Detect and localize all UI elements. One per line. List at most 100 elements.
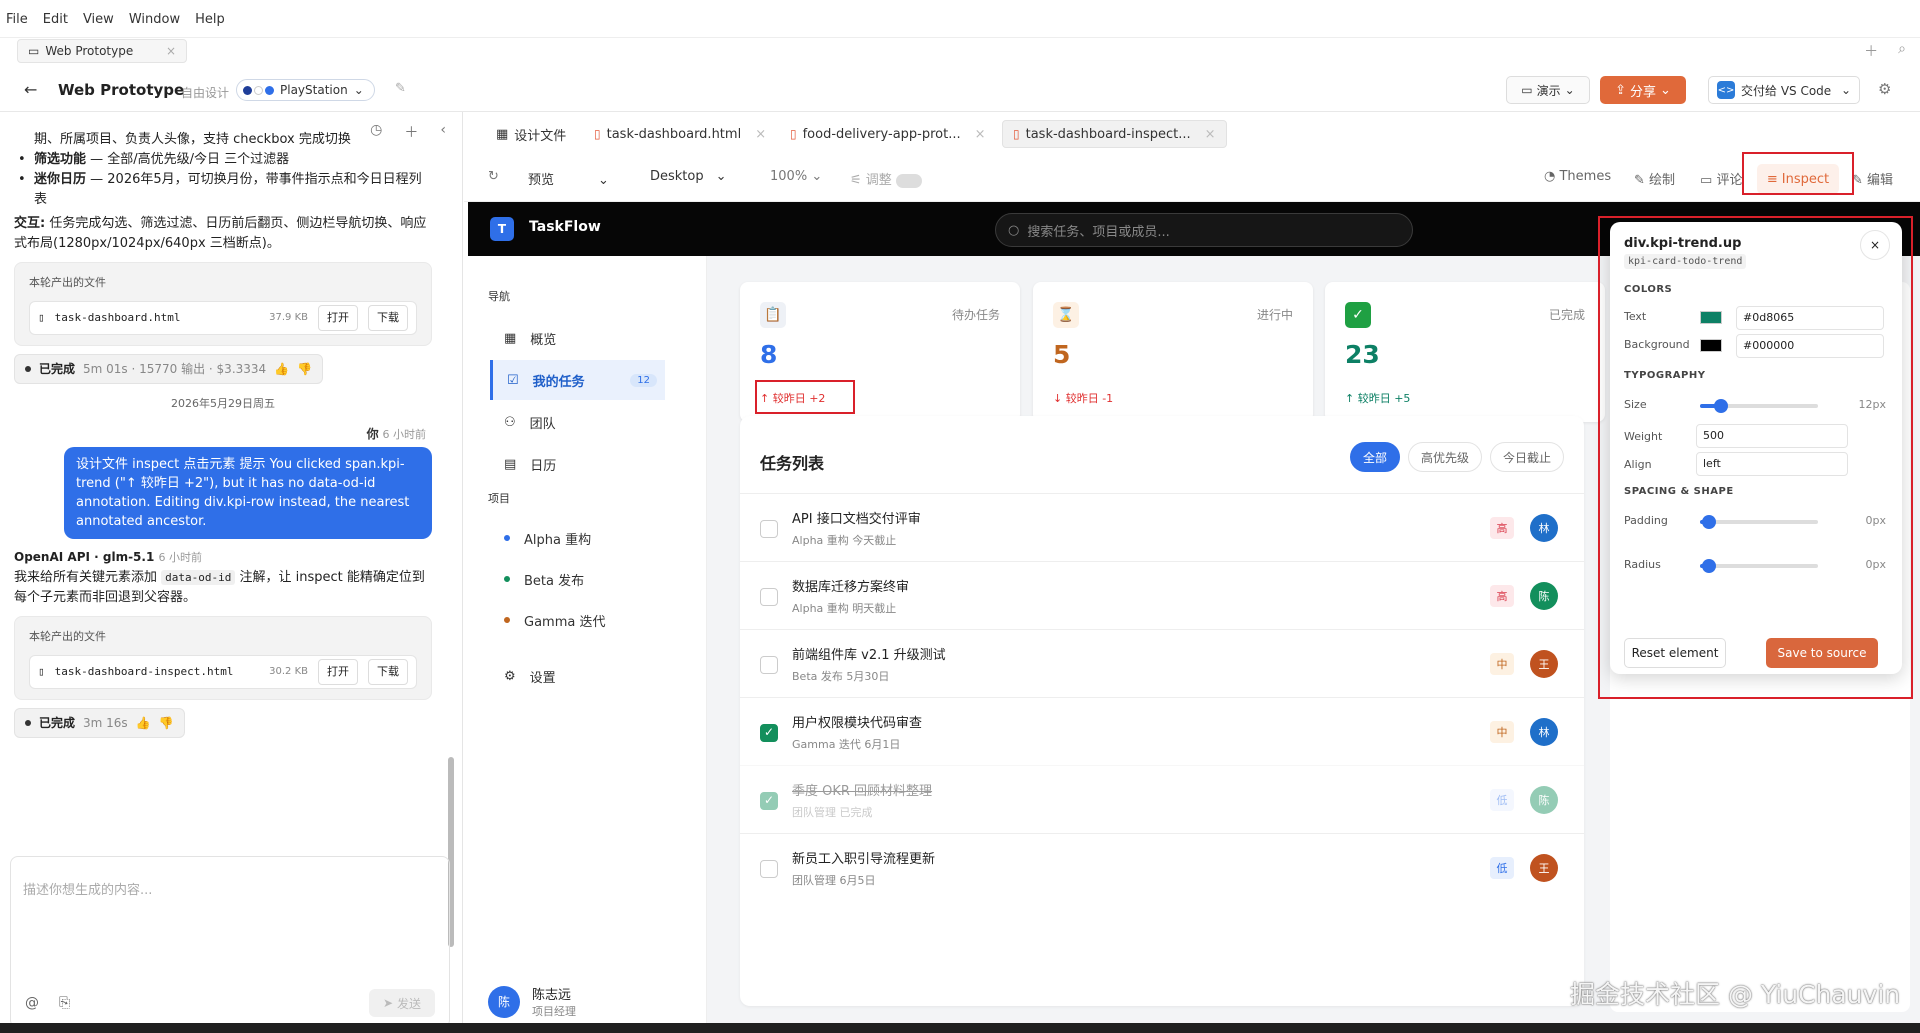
new-tab-icon[interactable]: ＋ bbox=[1864, 41, 1878, 61]
project-item-gamma[interactable]: Gamma 迭代 bbox=[490, 600, 665, 640]
app-search-input[interactable]: ○ 搜索任务、项目或成员... bbox=[995, 213, 1413, 247]
priority-badge: 中 bbox=[1490, 721, 1514, 743]
filter-all-button[interactable]: 全部 bbox=[1349, 442, 1400, 472]
open-file-button[interactable]: 打开 bbox=[318, 305, 358, 331]
themes-button[interactable]: ◔ Themes bbox=[1544, 169, 1611, 184]
task-row[interactable]: 用户权限模块代码审查 Gamma 迭代 6月1日 中林 bbox=[740, 697, 1584, 765]
vscode-icon: <> bbox=[1717, 81, 1735, 99]
project-item-alpha[interactable]: Alpha 重构 bbox=[490, 518, 665, 558]
close-icon[interactable]: × bbox=[166, 44, 176, 58]
filter-due-today-button[interactable]: 今日截止 bbox=[1489, 442, 1564, 472]
kpi-trend[interactable]: ↓ 较昨日 -1 bbox=[1053, 390, 1113, 406]
edit-button[interactable]: ✎ 编辑 bbox=[1852, 169, 1893, 188]
tab-design-files[interactable]: ▦ 设计文件 bbox=[486, 120, 576, 148]
preview-mode-select[interactable]: 预览 ⌄ bbox=[528, 169, 609, 188]
status-dot bbox=[25, 720, 31, 726]
highlight-box-kpi-trend bbox=[755, 380, 855, 414]
html-file-icon: ▯ bbox=[1013, 127, 1020, 141]
task-row[interactable]: API 接口文档交付评审 Alpha 重构 今天截止 高林 bbox=[740, 493, 1584, 561]
nav-item-calendar[interactable]: ▤ 日历 bbox=[490, 444, 665, 484]
adjust-toggle[interactable]: ⚟ 调整 bbox=[850, 169, 922, 188]
theme-selector[interactable]: PlayStation ⌄ bbox=[236, 79, 375, 101]
draw-button[interactable]: ✎ 绘制 bbox=[1634, 169, 1675, 188]
menu-window[interactable]: Window bbox=[129, 12, 180, 27]
nav-item-team[interactable]: ⚇ 团队 bbox=[490, 402, 665, 442]
tab-food-delivery[interactable]: ▯ food-delivery-app-prot... × bbox=[780, 120, 996, 148]
task-checkbox[interactable] bbox=[760, 860, 778, 878]
close-icon[interactable]: × bbox=[975, 127, 986, 142]
back-arrow-icon[interactable]: ← bbox=[24, 80, 37, 99]
thumbs-down-icon[interactable]: 👎 bbox=[159, 713, 174, 733]
kpi-card-done[interactable]: ✓ 已完成 23 ↑ 较昨日 +5 bbox=[1325, 282, 1605, 422]
chat-scrollbar[interactable] bbox=[448, 272, 454, 952]
window-tab-label: Web Prototype bbox=[45, 44, 134, 58]
menu-file[interactable]: File bbox=[6, 12, 28, 27]
chevron-down-icon: ⌄ bbox=[715, 169, 727, 184]
zoom-select[interactable]: 100% ⌄ bbox=[770, 169, 822, 184]
demo-button[interactable]: ▭ 演示 ⌄ bbox=[1506, 76, 1590, 104]
avatar: 王 bbox=[1530, 650, 1558, 678]
send-button[interactable]: ➤ 发送 bbox=[369, 989, 435, 1017]
share-button[interactable]: ⇪ 分享 ⌄ bbox=[1600, 76, 1686, 104]
avatar: 林 bbox=[1530, 514, 1558, 542]
gear-icon[interactable]: ⚙ bbox=[1878, 80, 1891, 98]
filter-high-priority-button[interactable]: 高优先级 bbox=[1407, 442, 1482, 472]
comment-button[interactable]: ▭ 评论 bbox=[1700, 169, 1742, 188]
nav-item-my-tasks[interactable]: ☑ 我的任务 12 bbox=[490, 360, 665, 400]
tab-label: 设计文件 bbox=[514, 128, 567, 144]
task-checkbox[interactable] bbox=[760, 792, 778, 810]
thumbs-down-icon[interactable]: 👎 bbox=[297, 359, 312, 379]
chat-intro-line: 期、所属项目、负责人头像，支持 checkbox 完成切换 bbox=[34, 132, 351, 147]
task-name: 新员工入职引导流程更新 bbox=[792, 852, 936, 867]
task-checkbox[interactable] bbox=[760, 724, 778, 742]
comment-icon: ▭ bbox=[1700, 173, 1713, 188]
current-user[interactable]: 陈 陈志远 项目经理 bbox=[488, 984, 576, 1019]
kpi-trend[interactable]: ↑ 较昨日 +5 bbox=[1345, 390, 1410, 406]
attach-icon[interactable]: ⎘ bbox=[59, 995, 70, 1011]
task-row[interactable]: 新员工入职引导流程更新 团队管理 6月5日 低王 bbox=[740, 833, 1584, 901]
menu-edit[interactable]: Edit bbox=[43, 12, 68, 27]
task-checkbox[interactable] bbox=[760, 520, 778, 538]
chat-input-box[interactable]: 描述你想生成的内容... @ ⎘ ➤ 发送 bbox=[10, 856, 450, 1028]
task-checkbox[interactable] bbox=[760, 588, 778, 606]
task-row[interactable]: 前端组件库 v2.1 升级测试 Beta 发布 5月30日 中王 bbox=[740, 629, 1584, 697]
priority-badge: 低 bbox=[1490, 789, 1514, 811]
nav-section-label: 导航 bbox=[488, 290, 510, 303]
download-file-button[interactable]: 下载 bbox=[368, 659, 408, 685]
close-icon[interactable]: × bbox=[1205, 127, 1216, 142]
nav-item-overview[interactable]: ▦ 概览 bbox=[490, 318, 665, 358]
bullet-title: 迷你日历 bbox=[34, 172, 87, 187]
task-row[interactable]: 季度 OKR 回顾材料整理团队管理 已完成 低陈 bbox=[740, 765, 1584, 833]
device-select[interactable]: Desktop ⌄ bbox=[650, 169, 727, 184]
toggle-switch[interactable] bbox=[895, 173, 922, 188]
project-item-beta[interactable]: Beta 发布 bbox=[490, 559, 665, 599]
menu-view[interactable]: View bbox=[83, 12, 114, 27]
thumbs-up-icon[interactable]: 👍 bbox=[136, 713, 151, 733]
refresh-icon[interactable]: ↻ bbox=[488, 169, 499, 184]
nav-item-settings[interactable]: ⚙ 设置 bbox=[490, 656, 665, 696]
collapse-icon[interactable]: ‹ bbox=[440, 122, 446, 142]
download-file-button[interactable]: 下载 bbox=[368, 305, 408, 331]
tab-task-dashboard[interactable]: ▯ task-dashboard.html × bbox=[584, 120, 776, 148]
mention-icon[interactable]: @ bbox=[25, 995, 39, 1011]
menu-help[interactable]: Help bbox=[195, 12, 225, 27]
window-tab[interactable]: ▭ Web Prototype × bbox=[17, 39, 187, 63]
task-checkbox[interactable] bbox=[760, 656, 778, 674]
task-row[interactable]: 数据库迁移方案终审 Alpha 重构 明天截止 高陈 bbox=[740, 561, 1584, 629]
close-icon[interactable]: × bbox=[755, 127, 766, 142]
search-icon[interactable]: ⌕ bbox=[1898, 41, 1906, 61]
vscode-handoff-button[interactable]: <> 交付给 VS Code ⌄ bbox=[1708, 76, 1860, 104]
chevron-down-icon: ⌄ bbox=[1564, 83, 1575, 97]
kpi-card-in-progress[interactable]: ⌛ 进行中 5 ↓ 较昨日 -1 bbox=[1033, 282, 1313, 422]
tab-task-dashboard-inspect[interactable]: ▯ task-dashboard-inspect... × bbox=[1002, 120, 1227, 148]
html-file-icon: ▯ bbox=[790, 127, 797, 141]
themes-label: Themes bbox=[1559, 169, 1612, 184]
edit-icon[interactable]: ✎ bbox=[395, 81, 406, 96]
file-icon: ▯ bbox=[38, 665, 45, 678]
bullet-text: — 全部/高优先级/今日 三个过滤器 bbox=[86, 152, 290, 167]
avatar: 陈 bbox=[1530, 582, 1558, 610]
open-file-button[interactable]: 打开 bbox=[318, 659, 358, 685]
theme-name: PlayStation bbox=[280, 83, 348, 97]
run-meta: 5m 01s · 15770 输出 · $3.3334 bbox=[83, 362, 267, 376]
thumbs-up-icon[interactable]: 👍 bbox=[274, 359, 289, 379]
